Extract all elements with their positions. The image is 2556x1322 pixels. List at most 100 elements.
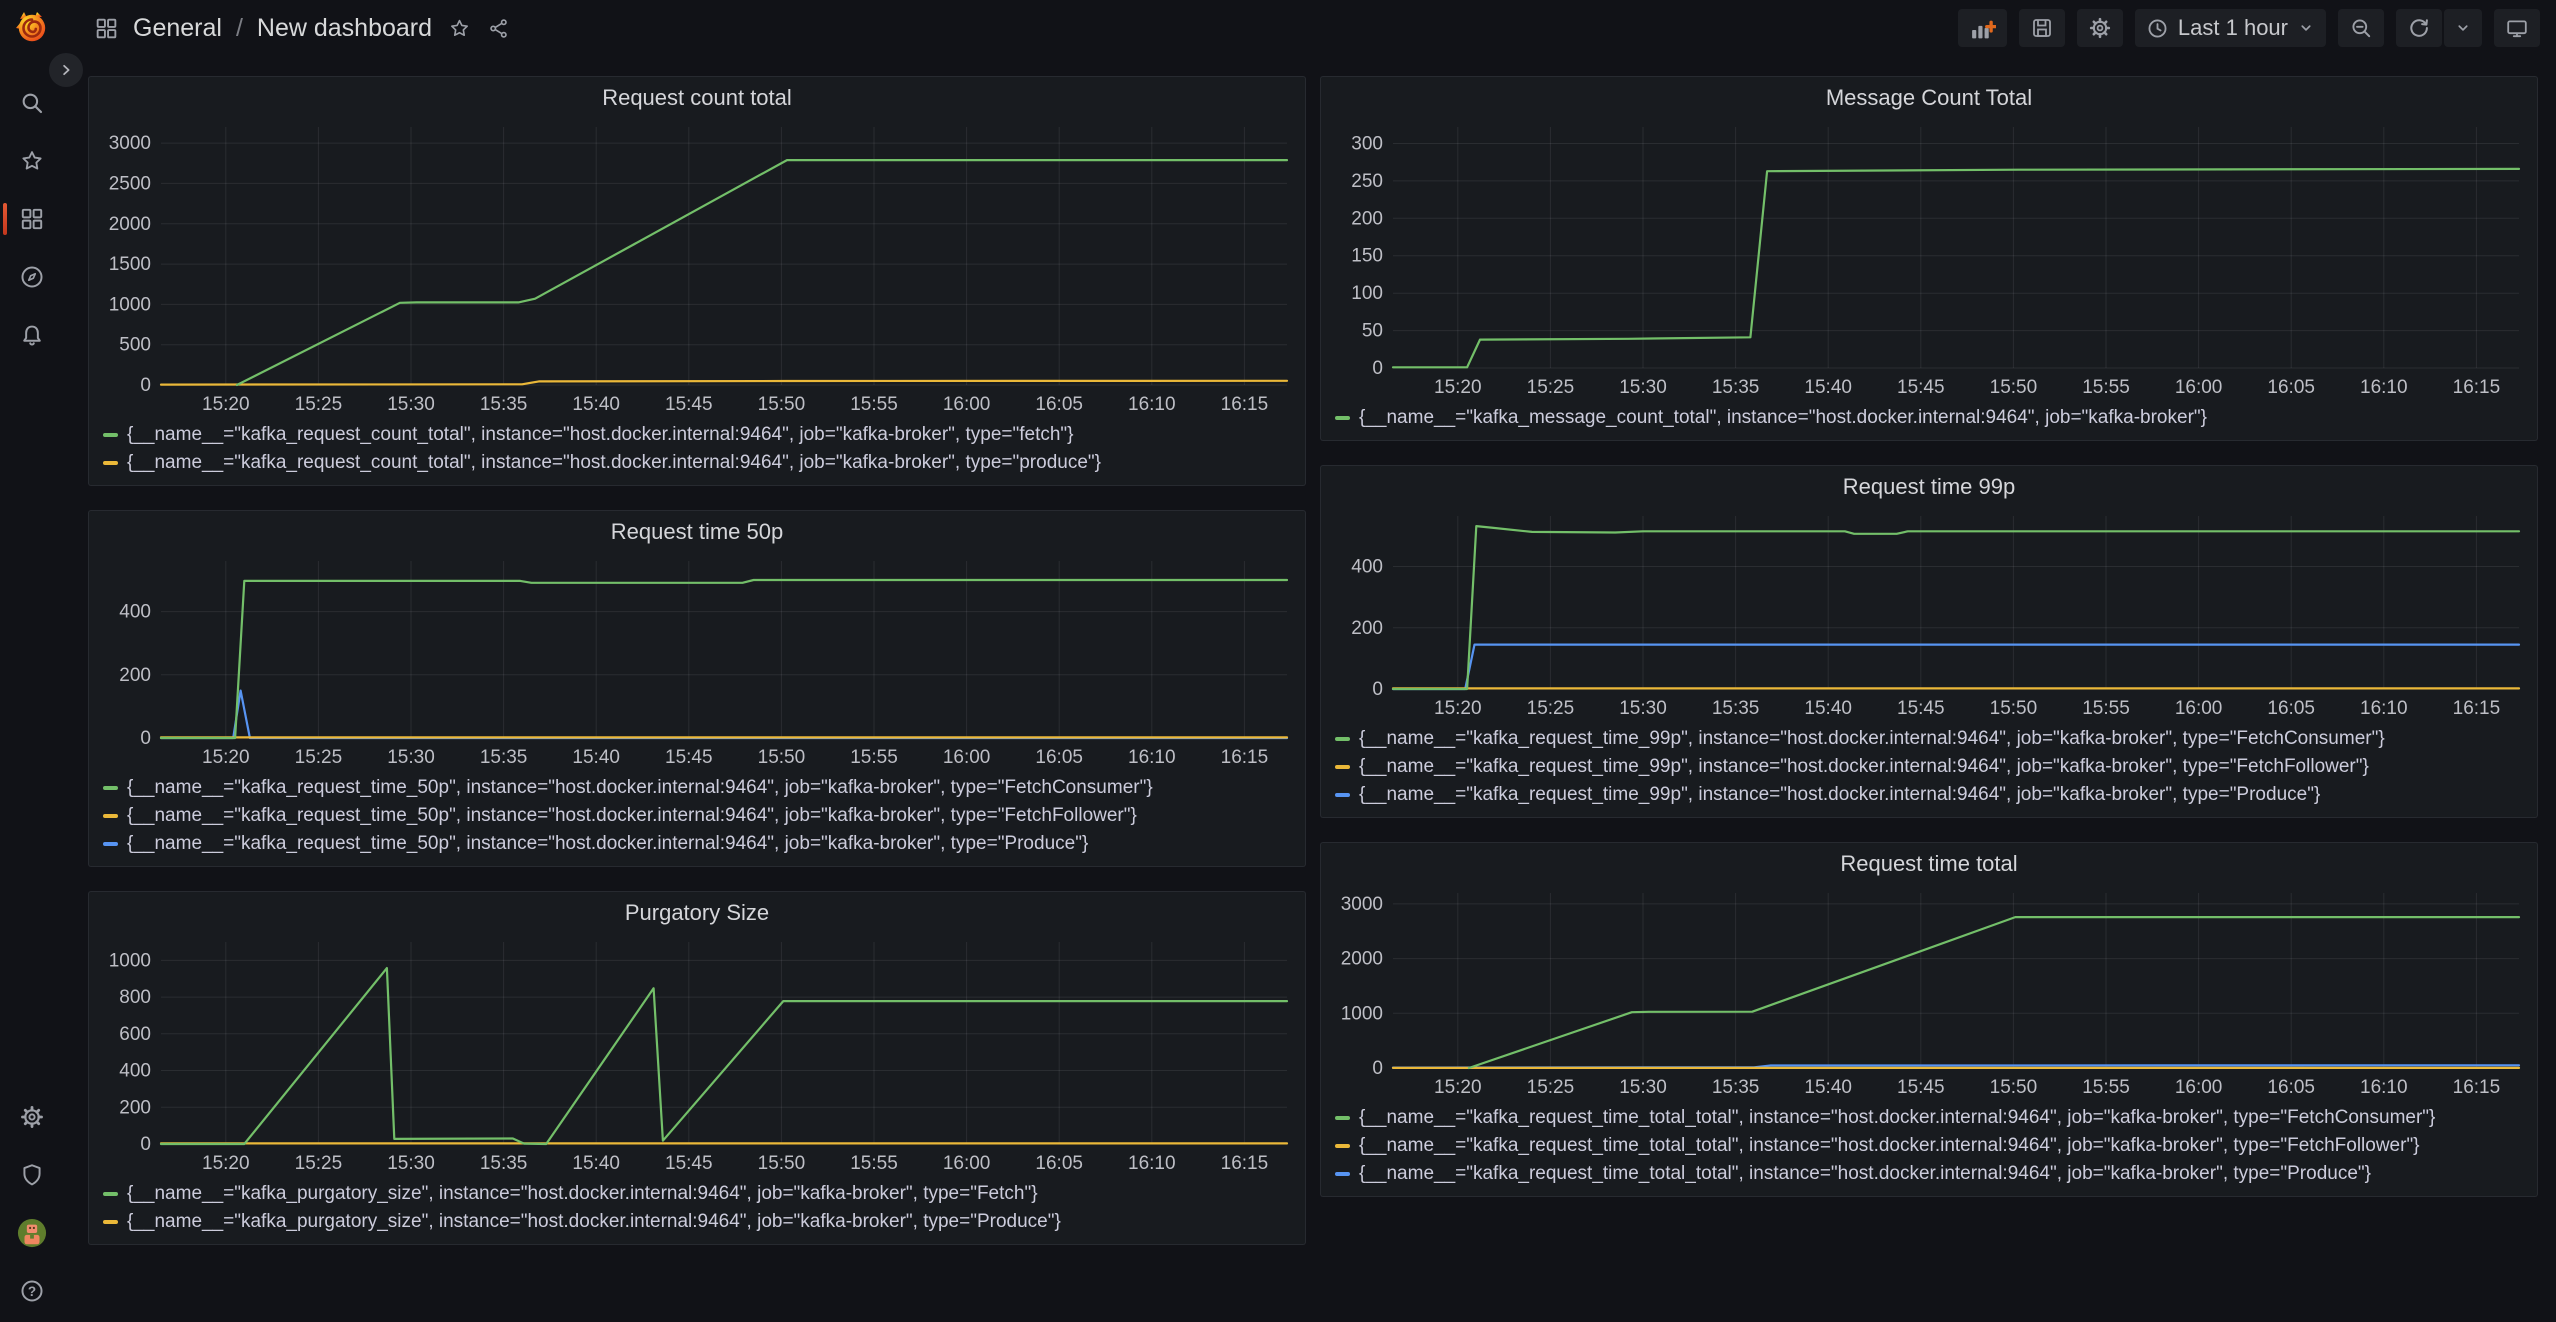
svg-text:15:20: 15:20 bbox=[1434, 377, 1482, 398]
svg-text:15:30: 15:30 bbox=[387, 394, 435, 415]
svg-text:16:05: 16:05 bbox=[2267, 377, 2315, 398]
legend-label: {__name__="kafka_message_count_total", i… bbox=[1359, 407, 2207, 429]
dashboard-column-right: Message Count Total 15:2015:2515:3015:35… bbox=[1320, 76, 2538, 1322]
legend-item[interactable]: {__name__="kafka_request_time_50p", inst… bbox=[103, 802, 1291, 830]
legend-item[interactable]: {__name__="kafka_purgatory_size", instan… bbox=[103, 1180, 1291, 1208]
svg-text:15:20: 15:20 bbox=[202, 394, 250, 415]
svg-text:15:50: 15:50 bbox=[758, 394, 806, 415]
time-series-plot[interactable]: 15:2015:2515:3015:3515:4015:4515:5015:55… bbox=[97, 115, 1297, 419]
gear-icon bbox=[19, 1104, 45, 1130]
sidebar-item-alerting[interactable] bbox=[0, 306, 64, 364]
share-icon bbox=[487, 17, 510, 40]
help-icon: ? bbox=[19, 1278, 45, 1304]
legend-item[interactable]: {__name__="kafka_request_time_total_tota… bbox=[1335, 1104, 2523, 1132]
svg-text:16:05: 16:05 bbox=[1035, 1153, 1083, 1174]
grafana-logo-icon bbox=[14, 8, 50, 44]
svg-text:3000: 3000 bbox=[1341, 894, 1383, 915]
dashboard-settings-button[interactable] bbox=[2077, 9, 2123, 47]
bell-icon bbox=[19, 322, 45, 348]
share-dashboard-button[interactable] bbox=[487, 17, 510, 40]
panel-title[interactable]: Request time 99p bbox=[1321, 470, 2537, 504]
series-color-swatch bbox=[103, 814, 118, 818]
panel-title[interactable]: Request count total bbox=[89, 81, 1305, 115]
breadcrumb-folder[interactable]: General bbox=[133, 14, 222, 43]
svg-text:0: 0 bbox=[140, 728, 151, 749]
time-series-plot[interactable]: 15:2015:2515:3015:3515:4015:4515:5015:55… bbox=[1329, 504, 2529, 723]
legend-item[interactable]: {__name__="kafka_request_time_50p", inst… bbox=[103, 830, 1291, 858]
star-dashboard-button[interactable] bbox=[448, 17, 471, 40]
svg-text:15:50: 15:50 bbox=[758, 747, 806, 768]
svg-text:16:05: 16:05 bbox=[1035, 394, 1083, 415]
legend-item[interactable]: {__name__="kafka_request_time_99p", inst… bbox=[1335, 753, 2523, 781]
svg-text:15:45: 15:45 bbox=[665, 1153, 713, 1174]
svg-text:15:55: 15:55 bbox=[2082, 377, 2130, 398]
series-color-swatch bbox=[103, 461, 118, 465]
svg-text:15:35: 15:35 bbox=[480, 747, 528, 768]
top-header: General / New dashboard bbox=[64, 0, 2556, 56]
svg-text:3000: 3000 bbox=[109, 133, 151, 154]
save-dashboard-button[interactable] bbox=[2019, 9, 2065, 47]
legend-item[interactable]: {__name__="kafka_request_time_total_tota… bbox=[1335, 1160, 2523, 1188]
svg-text:15:40: 15:40 bbox=[572, 747, 620, 768]
grafana-logo[interactable] bbox=[0, 0, 64, 52]
refresh-icon bbox=[2407, 16, 2431, 40]
svg-text:1500: 1500 bbox=[109, 254, 151, 275]
panel-title[interactable]: Purgatory Size bbox=[89, 896, 1305, 930]
panel-title[interactable]: Request time total bbox=[1321, 847, 2537, 881]
svg-text:15:35: 15:35 bbox=[480, 394, 528, 415]
tv-mode-button[interactable] bbox=[2494, 9, 2540, 47]
refresh-dashboard-button[interactable] bbox=[2396, 9, 2442, 47]
svg-text:15:45: 15:45 bbox=[1897, 1077, 1945, 1098]
sidebar-expand-button[interactable] bbox=[49, 53, 83, 87]
series-color-swatch bbox=[1335, 1116, 1350, 1120]
svg-text:15:25: 15:25 bbox=[295, 394, 343, 415]
sidebar-item-starred[interactable] bbox=[0, 132, 64, 190]
legend-item[interactable]: {__name__="kafka_request_time_99p", inst… bbox=[1335, 781, 2523, 809]
legend-item[interactable]: {__name__="kafka_purgatory_size", instan… bbox=[103, 1208, 1291, 1236]
clock-icon bbox=[2146, 17, 2169, 40]
sidebar-item-explore[interactable] bbox=[0, 248, 64, 306]
star-icon bbox=[19, 148, 45, 174]
time-range-picker[interactable]: Last 1 hour bbox=[2135, 9, 2326, 47]
chart-area: 15:2015:2515:3015:3515:4015:4515:5015:55… bbox=[97, 930, 1297, 1178]
legend-item[interactable]: {__name__="kafka_request_count_total", i… bbox=[103, 449, 1291, 477]
svg-text:16:00: 16:00 bbox=[2175, 377, 2223, 398]
panel-request-time-50p: Request time 50p 15:2015:2515:3015:3515:… bbox=[88, 510, 1306, 867]
legend-item[interactable]: {__name__="kafka_request_time_99p", inst… bbox=[1335, 725, 2523, 753]
legend-item[interactable]: {__name__="kafka_request_count_total", i… bbox=[103, 421, 1291, 449]
add-panel-button[interactable] bbox=[1958, 9, 2007, 47]
panel-title[interactable]: Request time 50p bbox=[89, 515, 1305, 549]
svg-text:16:15: 16:15 bbox=[1221, 394, 1269, 415]
sidebar-item-server-admin[interactable] bbox=[0, 1146, 64, 1204]
time-series-plot[interactable]: 15:2015:2515:3015:3515:4015:4515:5015:55… bbox=[97, 930, 1297, 1178]
chart-area: 15:2015:2515:3015:3515:4015:4515:5015:55… bbox=[1329, 881, 2529, 1102]
time-series-plot[interactable]: 15:2015:2515:3015:3515:4015:4515:5015:55… bbox=[97, 549, 1297, 772]
legend-item[interactable]: {__name__="kafka_request_time_50p", inst… bbox=[103, 774, 1291, 802]
time-series-plot[interactable]: 15:2015:2515:3015:3515:4015:4515:5015:55… bbox=[1329, 115, 2529, 402]
sidebar-item-user-profile[interactable] bbox=[0, 1204, 64, 1262]
compass-icon bbox=[19, 264, 45, 290]
svg-text:16:10: 16:10 bbox=[1128, 394, 1176, 415]
sidebar-item-configuration[interactable] bbox=[0, 1088, 64, 1146]
svg-text:200: 200 bbox=[119, 1097, 151, 1118]
legend: {__name__="kafka_request_count_total", i… bbox=[89, 419, 1305, 477]
svg-text:400: 400 bbox=[1351, 557, 1383, 578]
svg-text:150: 150 bbox=[1351, 246, 1383, 267]
panel-title-text: Message Count Total bbox=[1826, 85, 2032, 111]
legend-item[interactable]: {__name__="kafka_request_time_total_tota… bbox=[1335, 1132, 2523, 1160]
svg-text:15:20: 15:20 bbox=[1434, 698, 1482, 719]
svg-text:15:30: 15:30 bbox=[387, 747, 435, 768]
legend-item[interactable]: {__name__="kafka_message_count_total", i… bbox=[1335, 404, 2523, 432]
breadcrumb-dashboards-button[interactable] bbox=[94, 16, 119, 41]
series-color-swatch bbox=[1335, 793, 1350, 797]
panel-title[interactable]: Message Count Total bbox=[1321, 81, 2537, 115]
search-icon bbox=[19, 90, 45, 116]
star-icon bbox=[448, 17, 471, 40]
breadcrumb-dashboard-title[interactable]: New dashboard bbox=[257, 14, 432, 43]
sidebar-item-help[interactable]: ? bbox=[0, 1262, 64, 1320]
time-series-plot[interactable]: 15:2015:2515:3015:3515:4015:4515:5015:55… bbox=[1329, 881, 2529, 1102]
sidebar-item-dashboards[interactable] bbox=[0, 190, 64, 248]
refresh-interval-dropdown[interactable] bbox=[2444, 9, 2482, 47]
zoom-out-time-button[interactable] bbox=[2338, 9, 2384, 47]
svg-text:15:55: 15:55 bbox=[2082, 698, 2130, 719]
